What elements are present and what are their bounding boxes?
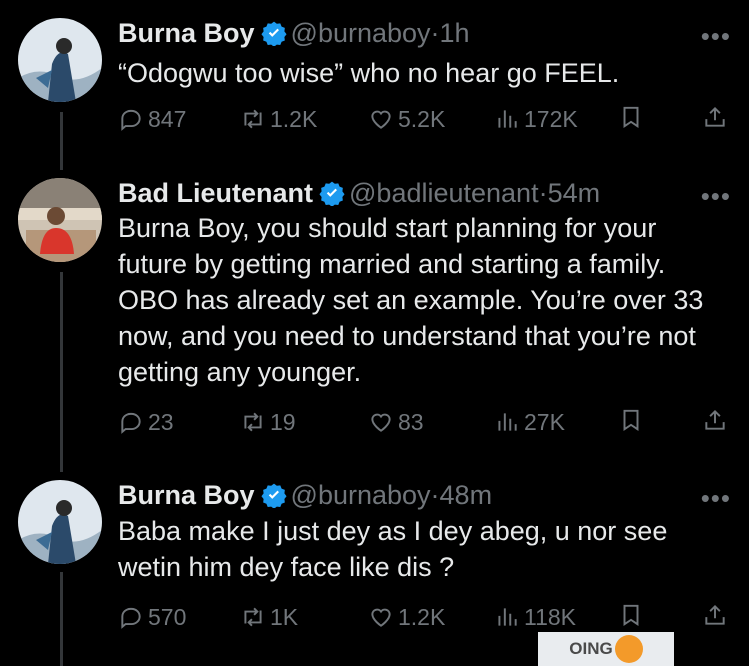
heart-icon [368, 604, 394, 630]
handle[interactable]: @badlieutenant [349, 178, 539, 208]
watermark-text: OING [569, 639, 613, 658]
repost-button[interactable]: 1K [240, 602, 298, 632]
tweet-text: Baba make I just dey as I dey abeg, u no… [118, 516, 668, 582]
repost-count: 1K [270, 604, 299, 630]
reply-button[interactable]: 23 [118, 407, 174, 437]
views-count: 172K [524, 106, 578, 132]
tweet[interactable]: Burna Boy @burnaboy·1h ••• “Odogwu too wi… [0, 0, 749, 160]
reply-count: 570 [148, 604, 187, 630]
tweet-actions: 570 1K 1.2K 118K [118, 602, 732, 632]
timestamp[interactable]: 48m [440, 480, 493, 510]
repost-button[interactable]: 1.2K [240, 104, 317, 134]
reply-icon [118, 409, 144, 435]
tweet-header: Burna Boy @burnaboy·1h [118, 16, 470, 50]
views-button[interactable]: 118K [494, 602, 576, 632]
share-icon [702, 407, 728, 433]
watermark-logo: OING [538, 632, 674, 666]
like-count: 5.2K [398, 106, 446, 132]
reply-icon [118, 106, 144, 132]
avatar[interactable] [18, 18, 102, 102]
timestamp[interactable]: 54m [548, 178, 601, 208]
reply-button[interactable]: 570 [118, 602, 186, 632]
repost-icon [240, 409, 266, 435]
more-options-icon[interactable]: ••• [701, 183, 731, 209]
separator-dot: · [430, 480, 440, 510]
bookmark-icon [618, 104, 644, 130]
verified-badge-icon [260, 20, 287, 47]
tweet-header: Burna Boy @burnaboy·48m [118, 478, 492, 512]
share-button[interactable] [702, 602, 728, 628]
reply-count: 847 [148, 106, 187, 132]
bookmark-button[interactable] [618, 407, 644, 433]
display-name[interactable]: Burna Boy [118, 18, 255, 48]
share-icon [702, 104, 728, 130]
more-options-icon[interactable]: ••• [701, 23, 731, 49]
handle[interactable]: @burnaboy [291, 18, 431, 48]
display-name[interactable]: Burna Boy [118, 480, 255, 510]
tweet-text: Burna Boy, you should start planning for… [118, 213, 704, 387]
reply-count: 23 [148, 409, 174, 435]
tweet-actions: 847 1.2K 5.2K 172K [118, 104, 732, 134]
bookmark-icon [618, 602, 644, 628]
verified-badge-icon [319, 180, 345, 207]
avatar[interactable] [18, 480, 102, 564]
like-count: 1.2K [398, 604, 446, 630]
watermark-circle-icon [614, 635, 643, 663]
repost-icon [240, 106, 266, 132]
verified-badge-icon [260, 482, 287, 509]
bookmark-icon [618, 407, 644, 433]
handle[interactable]: @burnaboy [291, 480, 431, 510]
views-button[interactable]: 172K [494, 104, 578, 134]
timestamp[interactable]: 1h [440, 18, 470, 48]
analytics-icon [494, 409, 520, 435]
views-count: 118K [524, 604, 577, 630]
tweet[interactable]: Bad Lieutenant @badlieutenant·54m ••• Bur… [0, 160, 749, 480]
tweet-actions: 23 19 83 27K [118, 407, 732, 437]
share-button[interactable] [702, 407, 728, 433]
reply-icon [118, 604, 144, 630]
display-name[interactable]: Bad Lieutenant [118, 178, 313, 208]
tweet-text: “Odogwu too wise” who no hear go FEEL. [118, 58, 620, 88]
like-button[interactable]: 1.2K [368, 602, 445, 632]
like-button[interactable]: 5.2K [368, 104, 445, 134]
bookmark-button[interactable] [618, 104, 644, 130]
like-button[interactable]: 83 [368, 407, 424, 437]
views-count: 27K [524, 409, 565, 435]
repost-count: 19 [270, 409, 296, 435]
reply-button[interactable]: 847 [118, 104, 186, 134]
repost-count: 1.2K [270, 106, 318, 132]
repost-icon [240, 604, 266, 630]
separator-dot: · [538, 178, 548, 208]
like-count: 83 [398, 409, 424, 435]
more-options-icon[interactable]: ••• [701, 485, 731, 511]
views-button[interactable]: 27K [494, 407, 565, 437]
repost-button[interactable]: 19 [240, 407, 296, 437]
tweet-header: Bad Lieutenant @badlieutenant·54m [118, 176, 600, 210]
analytics-icon [494, 604, 520, 630]
share-icon [702, 602, 728, 628]
heart-icon [368, 106, 394, 132]
heart-icon [368, 409, 394, 435]
separator-dot: · [430, 18, 440, 48]
analytics-icon [494, 106, 520, 132]
bookmark-button[interactable] [618, 602, 644, 628]
avatar[interactable] [18, 178, 102, 262]
share-button[interactable] [702, 104, 728, 130]
